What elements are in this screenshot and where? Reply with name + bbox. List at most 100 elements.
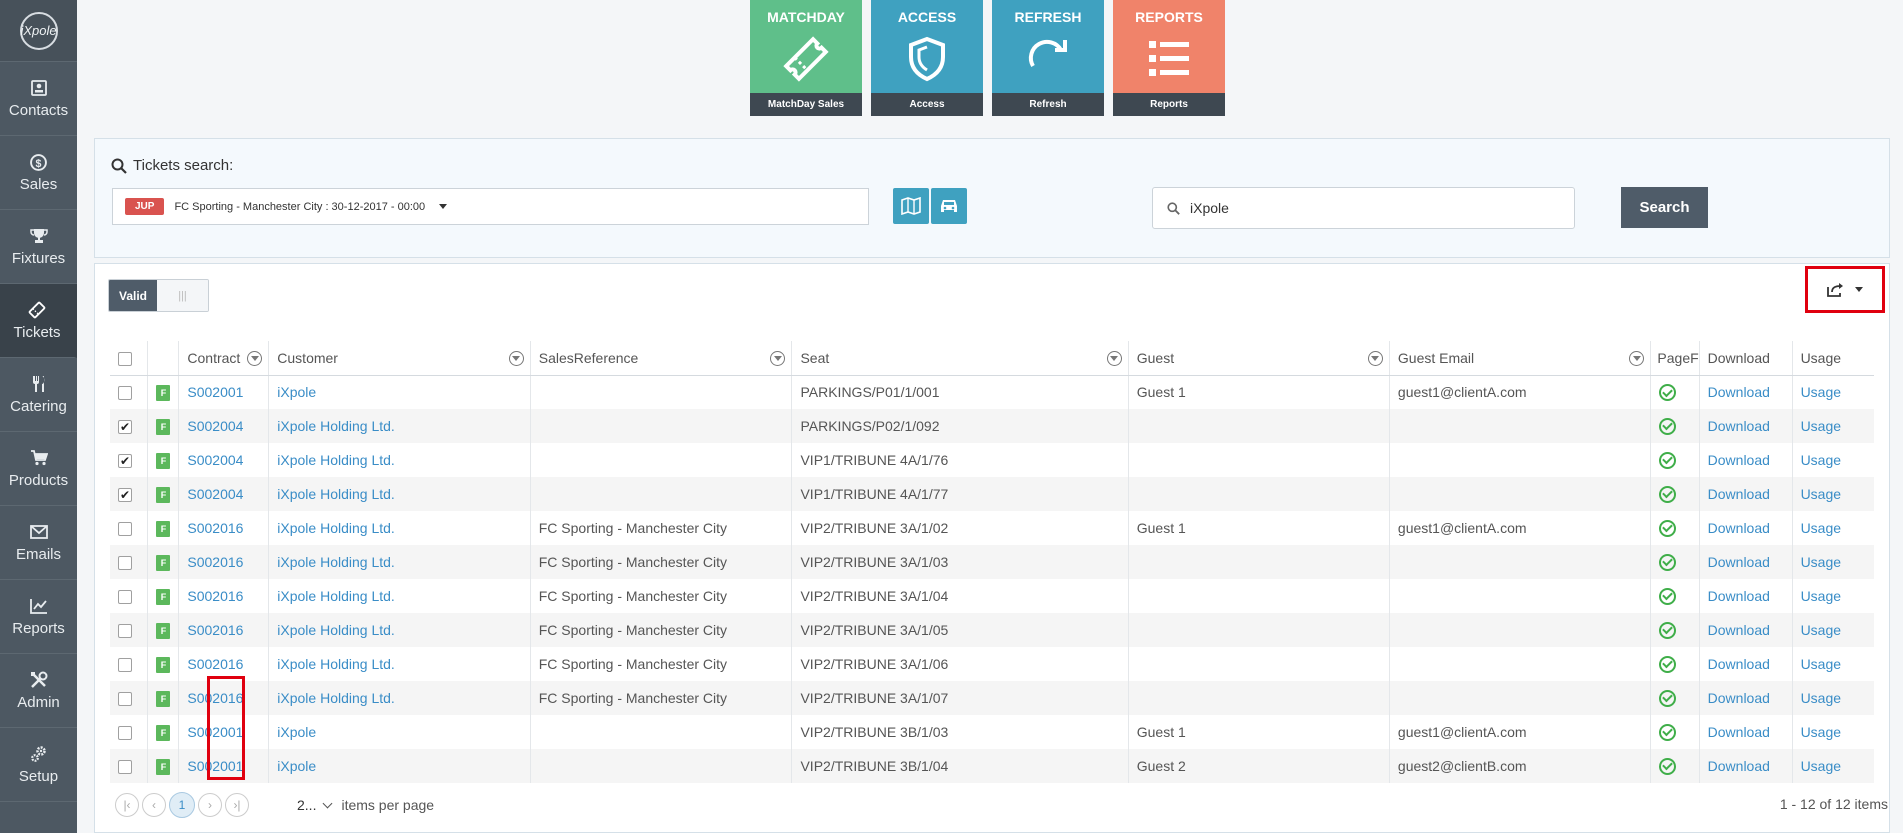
table-row[interactable]: F S002016 iXpole Holding Ltd. FC Sporting -… (110, 681, 1874, 715)
contract-link[interactable]: S002016 (187, 588, 243, 604)
usage-link[interactable]: Usage (1801, 724, 1841, 740)
download-link[interactable]: Download (1708, 656, 1770, 672)
page-size-select[interactable]: 2... (297, 797, 333, 813)
contract-link[interactable]: S002016 (187, 622, 243, 638)
tile-access[interactable]: ACCESS Access (871, 0, 983, 116)
download-link[interactable]: Download (1708, 622, 1770, 638)
row-checkbox[interactable] (118, 454, 132, 469)
row-checkbox[interactable] (118, 386, 132, 401)
usage-link[interactable]: Usage (1801, 554, 1841, 570)
next-page-button[interactable]: › (198, 793, 222, 817)
row-checkbox[interactable] (118, 488, 132, 503)
table-row[interactable]: F S002016 iXpole Holding Ltd. FC Sporting -… (110, 613, 1874, 647)
download-link[interactable]: Download (1708, 418, 1770, 434)
table-row[interactable]: F S002001 iXpole VIP2/TRIBUNE 3B/1/04 Guest … (110, 749, 1874, 783)
download-link[interactable]: Download (1708, 554, 1770, 570)
customer-link[interactable]: iXpole Holding Ltd. (277, 588, 395, 604)
header-download[interactable]: Download (1699, 341, 1793, 376)
row-checkbox[interactable] (118, 590, 132, 605)
customer-link[interactable]: iXpole (277, 384, 316, 400)
map-button[interactable] (893, 188, 929, 224)
header-salesreference[interactable]: SalesReference (530, 341, 793, 376)
usage-link[interactable]: Usage (1801, 520, 1841, 536)
customer-link[interactable]: iXpole Holding Ltd. (277, 486, 395, 502)
contract-link[interactable]: S002004 (187, 452, 243, 468)
customer-link[interactable]: iXpole (277, 724, 316, 740)
customer-link[interactable]: iXpole Holding Ltd. (277, 554, 395, 570)
last-page-button[interactable]: ›| (225, 793, 249, 817)
customer-link[interactable]: iXpole Holding Ltd. (277, 622, 395, 638)
row-checkbox[interactable] (118, 658, 132, 673)
event-select[interactable]: JUP FC Sporting - Manchester City : 30-1… (112, 188, 869, 225)
filter-icon[interactable] (1367, 351, 1383, 366)
usage-link[interactable]: Usage (1801, 418, 1841, 434)
contract-link[interactable]: S002004 (187, 486, 243, 502)
customer-link[interactable]: iXpole Holding Ltd. (277, 690, 395, 706)
contract-link[interactable]: S002016 (187, 554, 243, 570)
page-button-current[interactable]: 1 (169, 792, 195, 818)
filter-icon[interactable] (508, 351, 524, 366)
search-input[interactable] (1190, 200, 1570, 216)
customer-link[interactable]: iXpole Holding Ltd. (277, 418, 395, 434)
usage-link[interactable]: Usage (1801, 486, 1841, 502)
filter-icon[interactable] (1629, 351, 1645, 366)
usage-link[interactable]: Usage (1801, 758, 1841, 774)
download-link[interactable]: Download (1708, 758, 1770, 774)
table-row[interactable]: F S002016 iXpole Holding Ltd. FC Sporting -… (110, 511, 1874, 545)
sidebar-item-tickets[interactable]: Tickets (0, 284, 77, 358)
sidebar-item-catering[interactable]: Catering (0, 358, 77, 432)
row-checkbox[interactable] (118, 624, 132, 639)
download-link[interactable]: Download (1708, 520, 1770, 536)
download-link[interactable]: Download (1708, 724, 1770, 740)
sidebar-item-admin[interactable]: Admin (0, 654, 77, 728)
export-button[interactable] (1805, 266, 1885, 313)
usage-link[interactable]: Usage (1801, 452, 1841, 468)
sidebar-item-fixtures[interactable]: Fixtures (0, 210, 77, 284)
header-usage[interactable]: Usage (1792, 341, 1874, 376)
parking-button[interactable] (931, 188, 967, 224)
filter-icon[interactable] (247, 351, 263, 366)
download-link[interactable]: Download (1708, 486, 1770, 502)
filter-icon[interactable] (1106, 351, 1122, 366)
first-page-button[interactable]: |‹ (115, 793, 139, 817)
usage-link[interactable]: Usage (1801, 690, 1841, 706)
download-link[interactable]: Download (1708, 384, 1770, 400)
valid-toggle[interactable]: Valid ||| (108, 279, 209, 312)
table-row[interactable]: F S002001 iXpole VIP2/TRIBUNE 3B/1/03 Guest … (110, 715, 1874, 749)
header-pagef[interactable]: PageF (1650, 341, 1700, 376)
filter-icon[interactable] (770, 351, 786, 366)
table-row[interactable]: F S002004 iXpole Holding Ltd. PARKINGS/P02/… (110, 409, 1874, 443)
tile-reports[interactable]: REPORTS Reports (1113, 0, 1225, 116)
contract-link[interactable]: S002001 (187, 724, 243, 740)
contract-link[interactable]: S002016 (187, 656, 243, 672)
contract-link[interactable]: S002016 (187, 690, 243, 706)
customer-link[interactable]: iXpole (277, 758, 316, 774)
sidebar-item-emails[interactable]: Emails (0, 506, 77, 580)
contract-link[interactable]: S002004 (187, 418, 243, 434)
table-row[interactable]: F S002016 iXpole Holding Ltd. FC Sporting -… (110, 545, 1874, 579)
contract-link[interactable]: S002001 (187, 384, 243, 400)
download-link[interactable]: Download (1708, 588, 1770, 604)
toggle-valid[interactable]: Valid (109, 280, 157, 311)
table-row[interactable]: F S002016 iXpole Holding Ltd. FC Sporting -… (110, 647, 1874, 681)
prev-page-button[interactable]: ‹ (142, 793, 166, 817)
sidebar-item-contacts[interactable]: Contacts (0, 62, 77, 136)
table-row[interactable]: F S002001 iXpole PARKINGS/P01/1/001 Guest 1g… (110, 375, 1874, 409)
row-checkbox[interactable] (118, 760, 132, 775)
table-row[interactable]: F S002016 iXpole Holding Ltd. FC Sporting -… (110, 579, 1874, 613)
header-guest[interactable]: Guest (1128, 341, 1390, 376)
usage-link[interactable]: Usage (1801, 384, 1841, 400)
header-customer[interactable]: Customer (268, 341, 531, 376)
tile-refresh[interactable]: REFRESH Refresh (992, 0, 1104, 116)
header-contract[interactable]: Contract (178, 341, 270, 376)
logo[interactable]: iXpole (0, 0, 77, 62)
sidebar-item-reports[interactable]: Reports (0, 580, 77, 654)
select-all-checkbox[interactable] (118, 351, 132, 366)
sidebar-item-setup[interactable]: Setup (0, 728, 77, 802)
contract-link[interactable]: S002001 (187, 758, 243, 774)
contract-link[interactable]: S002016 (187, 520, 243, 536)
sidebar-item-sales[interactable]: $ Sales (0, 136, 77, 210)
header-seat[interactable]: Seat (791, 341, 1129, 376)
table-row[interactable]: F S002004 iXpole Holding Ltd. VIP1/TRIBUNE … (110, 443, 1874, 477)
customer-link[interactable]: iXpole Holding Ltd. (277, 452, 395, 468)
